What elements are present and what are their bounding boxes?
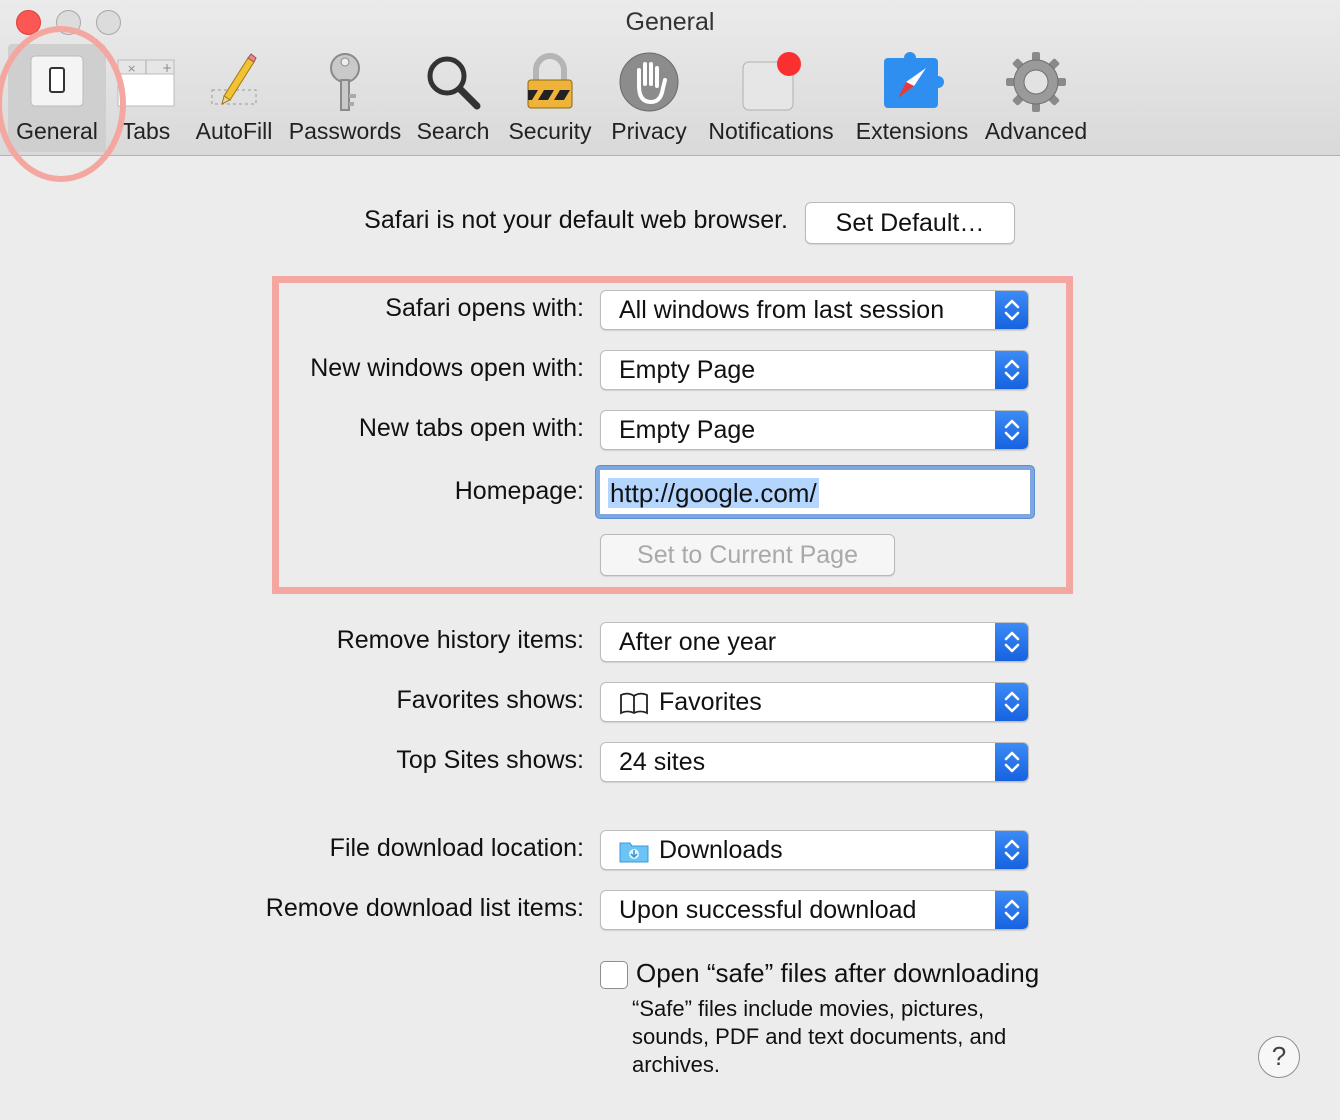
popup-value: Empty Page (619, 356, 756, 384)
tab-label: Tabs (121, 118, 171, 144)
popup-stepper-icon (995, 683, 1028, 721)
general-switch-icon (30, 55, 84, 107)
top-sites-popup[interactable]: 24 sites (600, 742, 1029, 782)
padlock-icon (527, 53, 573, 109)
new-tabs-label: New tabs open with: (358, 414, 584, 442)
popup-value: Upon successful download (619, 896, 917, 924)
popup-value: Favorites (659, 688, 762, 716)
popup-value: After one year (619, 628, 777, 656)
safe-files-note-line: sounds, PDF and text documents, and (632, 1024, 1007, 1049)
tab-label: Privacy (611, 118, 687, 144)
popup-stepper-icon (995, 351, 1028, 389)
open-safe-files-label[interactable]: Open “safe” files after downloading (636, 958, 1039, 989)
tab-label: Extensions (855, 118, 969, 144)
popup-stepper-icon (995, 743, 1028, 781)
homepage-field[interactable]: http://google.com/ (596, 466, 1034, 518)
tab-label: AutoFill (195, 118, 273, 144)
popup-value: Empty Page (619, 416, 756, 444)
magnifier-icon (427, 56, 481, 110)
homepage-value: http://google.com/ (608, 478, 819, 508)
book-icon (620, 693, 648, 715)
remove-downloads-popup[interactable]: Upon successful download (600, 890, 1029, 930)
tab-label: Advanced (984, 118, 1088, 144)
popup-value: 24 sites (619, 748, 706, 776)
popup-value: All windows from last session (619, 296, 945, 324)
download-location-popup[interactable]: Downloads (600, 830, 1029, 870)
popup-stepper-icon (995, 831, 1028, 869)
open-safe-files-checkbox[interactable] (600, 961, 628, 989)
favorites-shows-popup[interactable]: Favorites (600, 682, 1029, 722)
download-location-label: File download location: (329, 834, 584, 862)
tab-security[interactable]: Security (502, 44, 598, 152)
set-default-button[interactable]: Set Default… (805, 202, 1015, 244)
safari-opens-label: Safari opens with: (385, 294, 584, 322)
popup-stepper-icon (995, 891, 1028, 929)
hand-icon (619, 52, 679, 112)
tab-privacy[interactable]: Privacy (606, 44, 692, 152)
new-windows-label: New windows open with: (310, 354, 584, 382)
window-title: General (625, 8, 715, 36)
toolbar: General General × + Tabs AutoFill Passwo… (0, 0, 1340, 182)
gear-icon (1006, 52, 1066, 112)
new-tabs-popup[interactable]: Empty Page (600, 410, 1029, 450)
tab-autofill[interactable]: AutoFill (190, 44, 278, 152)
set-to-current-page-button[interactable]: Set to Current Page (600, 534, 895, 576)
tab-label: Passwords (288, 118, 402, 144)
safe-files-note-line: “Safe” files include movies, pictures, (632, 996, 985, 1021)
tab-label: Security (508, 118, 592, 144)
svg-text:×: × (127, 62, 136, 75)
new-windows-popup[interactable]: Empty Page (600, 350, 1029, 390)
tab-notifications[interactable]: Notifications (700, 44, 842, 152)
default-browser-text: Safari is not your default web browser. (364, 206, 788, 234)
pencil-icon (211, 53, 257, 105)
tab-tabs[interactable]: × + Tabs (110, 44, 182, 152)
favorites-shows-label: Favorites shows: (396, 686, 584, 714)
notification-badge-icon (742, 52, 801, 111)
key-icon (330, 53, 360, 111)
popup-value: Downloads (659, 836, 783, 864)
popup-stepper-icon (995, 411, 1028, 449)
downloads-folder-icon (619, 842, 649, 863)
help-button[interactable]: ? (1258, 1036, 1300, 1078)
remove-history-label: Remove history items: (336, 626, 584, 654)
top-sites-label: Top Sites shows: (396, 746, 584, 774)
tab-advanced[interactable]: Advanced (980, 44, 1092, 152)
safari-opens-popup[interactable]: All windows from last session (600, 290, 1029, 330)
tab-search[interactable]: Search (412, 44, 494, 152)
popup-stepper-icon (995, 291, 1028, 329)
tab-extensions[interactable]: Extensions (850, 44, 974, 152)
popup-stepper-icon (995, 623, 1028, 661)
tab-label: General (16, 118, 98, 144)
tab-passwords[interactable]: Passwords (284, 44, 406, 152)
remove-downloads-label: Remove download list items: (265, 894, 584, 922)
svg-text:+: + (162, 61, 172, 75)
remove-history-popup[interactable]: After one year (600, 622, 1029, 662)
compass-puzzle-icon (884, 52, 944, 108)
tab-general[interactable]: General (8, 44, 106, 152)
safe-files-note-line: archives. (632, 1052, 721, 1077)
tab-label: Notifications (708, 118, 834, 144)
homepage-label: Homepage: (454, 477, 584, 505)
tabs-icon: × + (117, 59, 175, 107)
tab-label: Search (416, 118, 490, 144)
